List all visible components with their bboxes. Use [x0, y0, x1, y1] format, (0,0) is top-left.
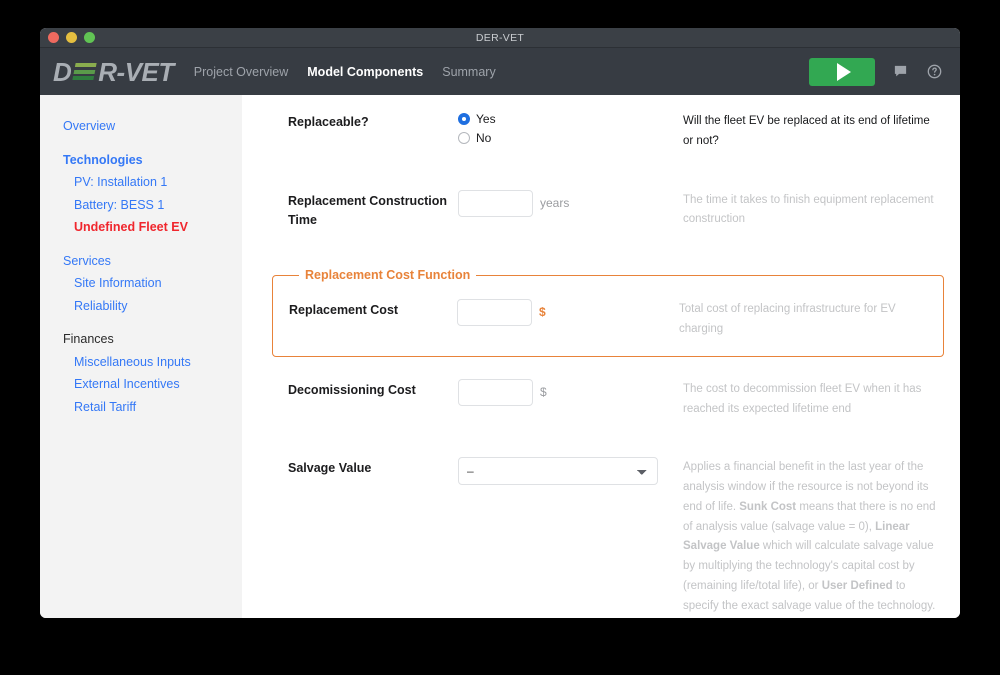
- main-navigation: Project Overview Model Components Summar…: [194, 65, 496, 79]
- field-row-replacement-cost: Replacement Cost $ Total cost of replaci…: [289, 299, 929, 340]
- replaceable-control: Yes No: [458, 111, 683, 145]
- replacement-cost-function-legend: Replacement Cost Function: [305, 268, 471, 283]
- close-window-button[interactable]: [48, 32, 59, 43]
- replacement-construction-time-label: Replacement Construction Time: [288, 193, 448, 227]
- replacement-cost-function-group: Replacement Cost Function Replacement Co…: [272, 268, 944, 357]
- run-button[interactable]: [809, 57, 875, 86]
- sidebar-item-services[interactable]: Services: [40, 250, 242, 273]
- replacement-cost-label: Replacement Cost: [289, 303, 399, 318]
- radio-unselected-icon: [458, 132, 470, 144]
- salvage-value-control: –Sunk CostLinear Salvage ValueUser Defin…: [458, 457, 683, 486]
- field-row-decommissioning-cost: Decomissioning Cost $ The cost to decomm…: [288, 378, 940, 420]
- decommissioning-cost-help-text: The cost to decommission fleet EV when i…: [683, 382, 922, 415]
- application-window: DER-VET D R-VET Project Overview Model C…: [40, 28, 960, 618]
- sidebar-item-miscellaneous-inputs[interactable]: Miscellaneous Inputs: [40, 351, 242, 374]
- replacement-cost-control: $: [457, 299, 679, 327]
- replaceable-help-text: Will the fleet EV be replaced at its end…: [683, 115, 930, 147]
- sidebar-item-external-incentives[interactable]: External Incentives: [40, 373, 242, 396]
- replaceable-label: Replaceable?: [288, 115, 369, 129]
- sidebar-navigation: Overview Technologies PV: Installation 1…: [40, 95, 242, 618]
- window-body: Overview Technologies PV: Installation 1…: [40, 95, 960, 618]
- form-content-area: Replaceable? Yes No Will the fleet EV be…: [242, 95, 960, 618]
- replacement-construction-time-unit: years: [540, 195, 570, 210]
- sidebar-item-pv-installation-1[interactable]: PV: Installation 1: [40, 171, 242, 194]
- decommissioning-cost-unit: $: [540, 384, 547, 399]
- replacement-cost-unit: $: [539, 305, 546, 320]
- sidebar-item-retail-tariff[interactable]: Retail Tariff: [40, 396, 242, 419]
- replaceable-option-yes-label: Yes: [476, 112, 496, 126]
- decommissioning-cost-input[interactable]: [458, 378, 533, 406]
- sidebar-item-overview[interactable]: Overview: [40, 115, 242, 138]
- sidebar-item-finances: Finances: [63, 332, 114, 346]
- replaceable-option-yes[interactable]: Yes: [458, 112, 496, 126]
- replacement-construction-time-help-text: The time it takes to finish equipment re…: [683, 193, 934, 226]
- window-title: DER-VET: [475, 31, 525, 44]
- field-row-salvage-value: Salvage Value –Sunk CostLinear Salvage V…: [288, 457, 940, 616]
- decommissioning-cost-label: Decomissioning Cost: [288, 382, 416, 397]
- salvage-value-label: Salvage Value: [288, 461, 372, 476]
- sidebar-item-undefined-fleet-ev[interactable]: Undefined Fleet EV: [40, 216, 242, 239]
- sidebar-item-battery-bess-1[interactable]: Battery: BESS 1: [40, 194, 242, 217]
- logo-letters-rvet: R-VET: [98, 56, 174, 87]
- app-header: D R-VET Project Overview Model Component…: [40, 48, 960, 95]
- decommissioning-cost-control: $: [458, 378, 683, 406]
- window-titlebar: DER-VET: [40, 28, 960, 48]
- logo-e-bars-icon: [72, 63, 97, 80]
- minimize-window-button[interactable]: [66, 32, 77, 43]
- help-icon[interactable]: [926, 63, 943, 80]
- nav-summary[interactable]: Summary: [442, 65, 495, 79]
- salvage-value-help-text: Applies a financial benefit in the last …: [683, 461, 936, 612]
- sidebar-item-reliability[interactable]: Reliability: [40, 295, 242, 318]
- field-row-replacement-construction-time: Replacement Construction Time years The …: [288, 189, 940, 231]
- replaceable-option-no-label: No: [476, 131, 492, 145]
- play-icon: [836, 62, 851, 81]
- replacement-cost-input[interactable]: [457, 299, 532, 327]
- maximize-window-button[interactable]: [84, 32, 95, 43]
- replacement-construction-time-input[interactable]: [458, 189, 533, 217]
- der-vet-logo[interactable]: D R-VET: [53, 59, 174, 85]
- replacement-construction-time-control: years: [458, 189, 683, 217]
- radio-selected-icon: [458, 113, 470, 125]
- header-actions: [809, 57, 943, 86]
- replaceable-radio-group: Yes No: [458, 111, 496, 145]
- comment-icon[interactable]: [892, 63, 909, 80]
- traffic-light-group: [40, 32, 95, 43]
- replacement-cost-help-text: Total cost of replacing infrastructure f…: [679, 303, 896, 336]
- logo-letter-d: D: [53, 56, 72, 87]
- nav-project-overview[interactable]: Project Overview: [194, 65, 288, 79]
- nav-model-components[interactable]: Model Components: [307, 65, 423, 79]
- sidebar-item-technologies[interactable]: Technologies: [40, 149, 242, 172]
- sidebar-item-site-information[interactable]: Site Information: [40, 272, 242, 295]
- field-row-replaceable: Replaceable? Yes No Will the fleet EV be…: [288, 111, 940, 152]
- replaceable-option-no[interactable]: No: [458, 131, 496, 145]
- salvage-value-select[interactable]: –Sunk CostLinear Salvage ValueUser Defin…: [458, 457, 658, 486]
